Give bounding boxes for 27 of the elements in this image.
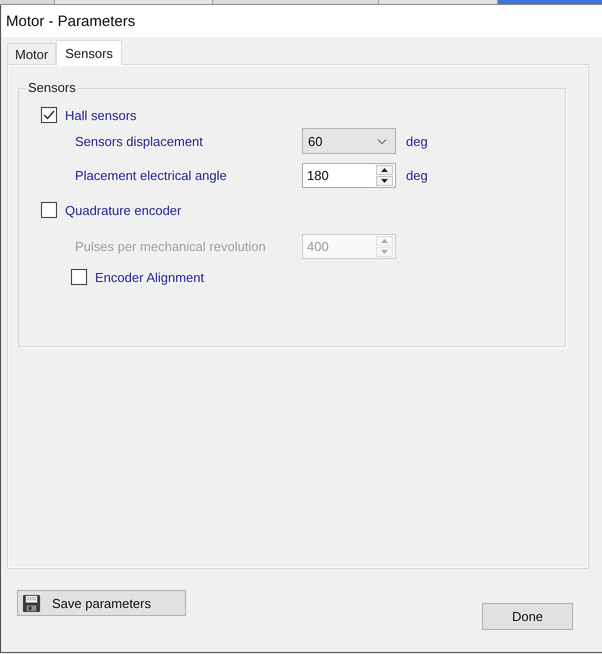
field-label: Pulses per mechanical revolution [75,239,267,254]
field-label: Sensors displacement [75,134,204,148]
field-label: Placement electrical angle [75,168,228,183]
chevron-down-icon [377,138,387,144]
group-title: Sensors [27,80,77,96]
down-triangle-icon [381,250,388,254]
checkmark-icon [43,110,55,120]
tab[interactable]: Motor [7,43,56,64]
down-triangle-icon [381,179,388,183]
up-triangle-icon [381,168,388,172]
spin-down-button[interactable] [376,176,393,186]
checkbox-option[interactable]: Hall sensors [41,106,137,124]
checkbox[interactable] [41,202,57,218]
checkbox-option[interactable]: Quadrature encoder [41,201,182,219]
unit-label: deg [406,168,428,183]
up-triangle-icon [381,239,388,243]
number-field[interactable]: 180 [302,163,396,188]
dropdown[interactable]: 60 [302,128,396,154]
window-title: Motor - Parameters [6,12,136,30]
done-button[interactable]: Done [482,603,573,630]
unit-label: deg [406,134,428,148]
spin-up-button[interactable] [376,165,393,175]
checkbox-option[interactable]: Encoder Alignment [71,268,204,286]
checkbox[interactable] [71,269,87,285]
save-button[interactable]: Save parameters [17,590,186,616]
tab[interactable]: Sensors [56,40,122,65]
checkbox[interactable] [41,107,57,123]
